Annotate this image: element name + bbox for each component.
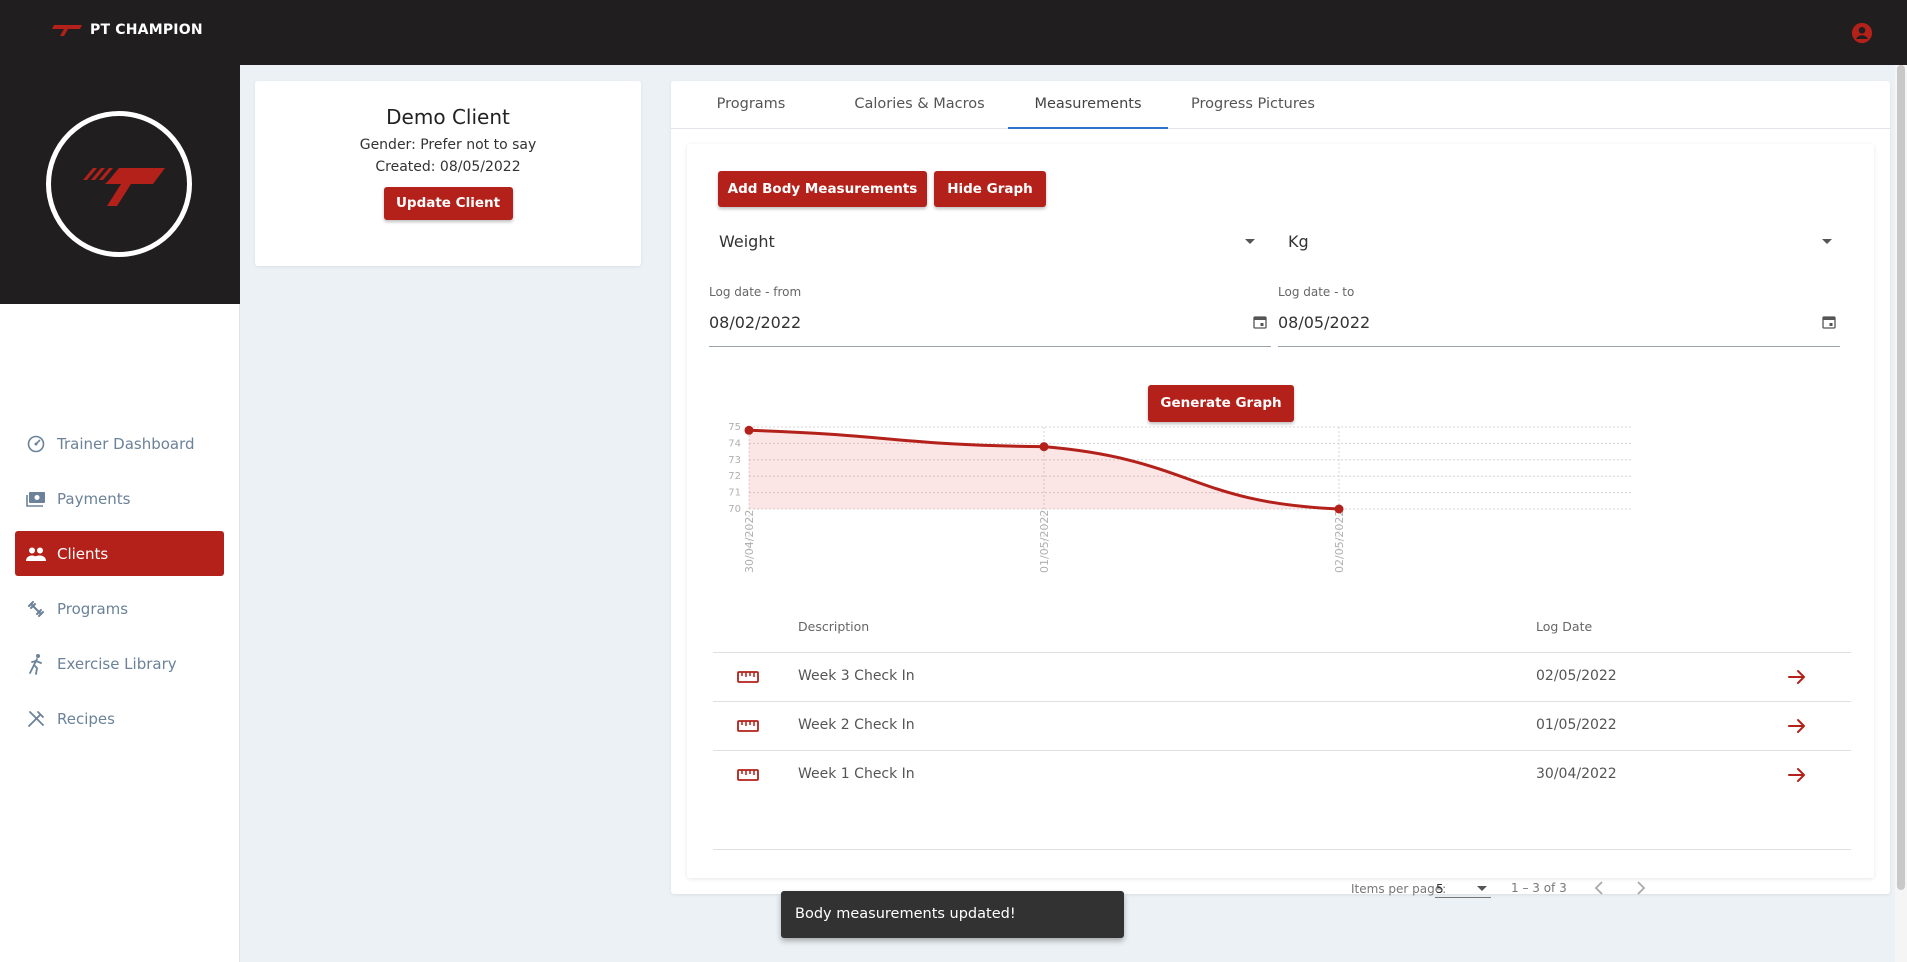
row-description: Week 2 Check In <box>798 717 915 733</box>
page-range-label: 1 – 3 of 3 <box>1511 881 1567 895</box>
chart-data-point <box>744 425 754 435</box>
weight-chart: 70 71 72 73 74 75 30/04/2022 01/05/2022 02/05/20… <box>728 422 1632 573</box>
x-tick-label: 01/05/2022 <box>1038 510 1051 573</box>
tab-progress-pictures[interactable]: Progress Pictures <box>1168 81 1338 129</box>
row-log-date: 01/05/2022 <box>1536 717 1617 733</box>
utensils-icon <box>25 708 47 730</box>
y-tick-label: 73 <box>728 455 741 466</box>
tab-measurements[interactable]: Measurements <box>1008 81 1168 129</box>
y-tick-label: 75 <box>728 422 741 433</box>
metric-select-value: Weight <box>719 232 775 251</box>
x-tick-label: 02/05/2022 <box>1333 510 1346 573</box>
page-size-select[interactable]: 5 <box>1435 878 1491 898</box>
chart-data-point <box>1334 504 1344 514</box>
sidebar-item-label: Recipes <box>57 709 115 728</box>
row-description: Week 3 Check In <box>798 668 915 684</box>
unit-select-value: Kg <box>1288 232 1309 251</box>
sidebar-item-clients[interactable]: Clients <box>15 531 224 576</box>
sidebar: Trainer Dashboard Payments Clients Progr… <box>0 65 240 962</box>
generate-graph-button[interactable]: Generate Graph <box>1148 385 1294 422</box>
sidebar-item-label: Payments <box>57 489 131 508</box>
calendar-icon[interactable] <box>1253 315 1267 329</box>
top-bar: PT CHAMPION <box>0 0 1907 65</box>
running-icon <box>25 653 47 675</box>
payments-icon <box>25 488 47 510</box>
sidebar-nav: Trainer Dashboard Payments Clients Progr… <box>15 421 224 751</box>
log-date-from-label: Log date - from <box>709 285 802 299</box>
row-description: Week 1 Check In <box>798 766 915 782</box>
sidebar-item-programs[interactable]: Programs <box>15 586 224 631</box>
sidebar-item-recipes[interactable]: Recipes <box>15 696 224 741</box>
chart-data-point <box>1039 442 1049 452</box>
arrow-right-icon[interactable] <box>1786 715 1808 737</box>
items-per-page-label: Items per page: <box>1351 882 1447 896</box>
brand-logo-icon <box>52 25 82 36</box>
table-row[interactable]: Week 2 Check In 01/05/2022 <box>713 701 1851 750</box>
client-name: Demo Client <box>386 105 510 129</box>
clients-icon <box>25 543 47 565</box>
y-tick-label: 71 <box>728 488 741 499</box>
update-client-button[interactable]: Update Client <box>383 187 513 220</box>
unit-select[interactable]: Kg <box>1278 224 1838 260</box>
row-log-date: 02/05/2022 <box>1536 668 1617 684</box>
x-tick-label: 30/04/2022 <box>743 510 756 573</box>
chevron-right-icon[interactable] <box>1630 878 1650 898</box>
log-date-to-value: 08/05/2022 <box>1278 313 1371 332</box>
y-tick-label: 70 <box>728 504 741 515</box>
client-details-panel: Programs Calories & Macros Measurements … <box>671 81 1890 898</box>
arrow-right-icon[interactable] <box>1786 666 1808 688</box>
column-header-log-date: Log Date <box>1536 619 1593 634</box>
sidebar-logo <box>0 65 240 304</box>
brand[interactable]: PT CHAMPION <box>52 22 203 38</box>
dashboard-icon <box>25 433 47 455</box>
log-date-to-field[interactable]: Log date - to 08/05/2022 <box>1278 285 1840 347</box>
client-created: Created: 08/05/2022 <box>375 159 521 175</box>
log-date-to-label: Log date - to <box>1278 285 1355 299</box>
table-row[interactable]: Week 1 Check In 30/04/2022 <box>713 750 1851 799</box>
sidebar-item-trainer-dashboard[interactable]: Trainer Dashboard <box>15 421 224 466</box>
sidebar-item-label: Trainer Dashboard <box>57 434 195 453</box>
sidebar-item-label: Exercise Library <box>57 654 177 673</box>
log-date-from-value: 08/02/2022 <box>709 313 802 332</box>
chevron-down-icon <box>1822 239 1832 244</box>
dumbbell-icon <box>25 598 47 620</box>
page-scrollbar[interactable] <box>1895 65 1907 962</box>
tab-bar: Programs Calories & Macros Measurements … <box>671 81 1890 129</box>
table-bottom-divider <box>713 849 1851 850</box>
sidebar-item-payments[interactable]: Payments <box>15 476 224 521</box>
measurements-panel: Add Body Measurements Hide Graph Weight … <box>687 144 1874 898</box>
hide-graph-button[interactable]: Hide Graph <box>934 171 1046 207</box>
metric-select[interactable]: Weight <box>709 224 1261 260</box>
sidebar-item-label: Programs <box>57 599 129 618</box>
ruler-icon <box>737 720 759 732</box>
sidebar-item-exercise-library[interactable]: Exercise Library <box>15 641 224 686</box>
arrow-right-icon[interactable] <box>1786 764 1808 786</box>
tab-programs[interactable]: Programs <box>671 81 831 129</box>
chevron-down-icon <box>1245 239 1255 244</box>
client-info-card: Demo Client Gender: Prefer not to say Cr… <box>255 81 641 266</box>
sidebar-item-label: Clients <box>57 544 109 563</box>
tab-calories-macros[interactable]: Calories & Macros <box>831 81 1008 129</box>
add-body-measurements-button[interactable]: Add Body Measurements <box>718 171 927 207</box>
chevron-down-icon <box>1477 886 1487 891</box>
ruler-icon <box>737 671 759 683</box>
client-gender: Gender: Prefer not to say <box>359 137 537 153</box>
column-header-description: Description <box>798 619 870 634</box>
y-tick-label: 74 <box>728 438 741 449</box>
logo-emblem-icon <box>46 111 192 257</box>
page-size-value: 5 <box>1436 882 1444 896</box>
brand-name: PT CHAMPION <box>90 22 203 38</box>
table-row[interactable]: Week 3 Check In 02/05/2022 <box>713 652 1851 701</box>
row-log-date: 30/04/2022 <box>1536 766 1617 782</box>
calendar-icon[interactable] <box>1822 315 1836 329</box>
scrollbar-thumb[interactable] <box>1897 65 1905 890</box>
ruler-icon <box>737 769 759 781</box>
chevron-left-icon[interactable] <box>1590 878 1610 898</box>
account-icon[interactable] <box>1851 22 1873 44</box>
snackbar-notification: Body measurements updated! <box>781 891 1124 938</box>
log-date-from-field[interactable]: Log date - from 08/02/2022 <box>709 285 1271 347</box>
y-tick-label: 72 <box>728 471 741 482</box>
